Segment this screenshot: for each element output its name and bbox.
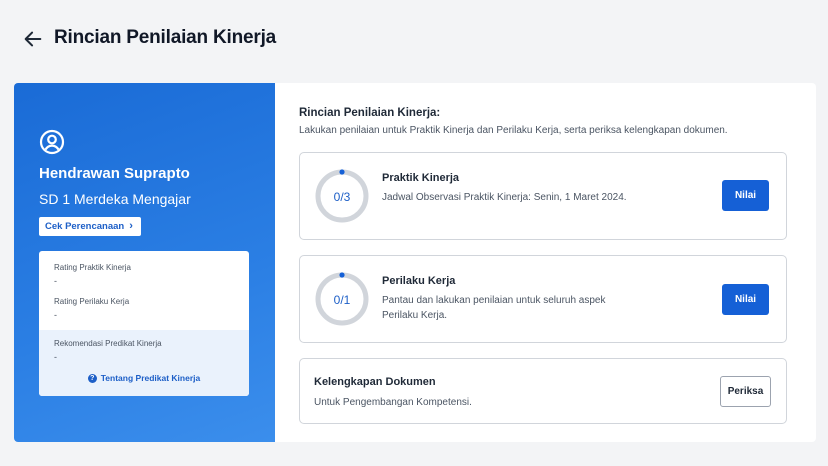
practice-desc: Jadwal Observasi Praktik Kinerja: Senin,… — [382, 192, 627, 203]
rating-summary-box: Rating Praktik Kinerja - Rating Perilaku… — [39, 251, 249, 396]
rating-practice-label: Rating Praktik Kinerja — [54, 263, 131, 272]
recommendation-label: Rekomendasi Predikat Kinerja — [54, 339, 162, 348]
top-bar: Rincian Penilaian Kinerja — [0, 0, 828, 78]
recommendation-area: Rekomendasi Predikat Kinerja - — [39, 330, 249, 396]
about-predicate-label: Tentang Predikat Kinerja — [100, 373, 201, 383]
rating-practice-value: - — [54, 276, 57, 286]
behavior-progress: 0/1 — [333, 293, 351, 307]
check-documents-button[interactable]: Periksa — [720, 376, 771, 407]
back-arrow-icon[interactable] — [22, 28, 44, 50]
practice-card: 0/3 Praktik Kinerja Jadwal Observasi Pra… — [299, 152, 787, 240]
behavior-desc: Pantau dan lakukan penilaian untuk selur… — [382, 295, 606, 321]
user-circle-icon — [39, 129, 65, 155]
documents-desc: Untuk Pengembangan Kompetensi. — [314, 397, 472, 408]
teacher-name: Hendrawan Suprapto — [39, 165, 190, 182]
profile-panel: Hendrawan Suprapto SD 1 Merdeka Mengajar… — [14, 83, 275, 442]
check-plan-button[interactable]: Cek Perencanaan › — [39, 217, 141, 236]
rating-behavior-value: - — [54, 310, 57, 320]
help-icon: ? — [87, 373, 97, 383]
content-subtitle: Lakukan penilaian untuk Praktik Kinerja … — [299, 125, 728, 136]
rating-behavior-label: Rating Perilaku Kerja — [54, 297, 130, 306]
practice-title: Praktik Kinerja — [382, 172, 460, 184]
chevron-right-icon: › — [129, 220, 133, 232]
practice-progress: 0/3 — [333, 190, 351, 204]
content-title: Rincian Penilaian Kinerja: — [299, 107, 441, 119]
behavior-card: 0/1 Perilaku Kerja Pantau dan lakukan pe… — [299, 255, 787, 343]
behavior-nilai-button[interactable]: Nilai — [722, 284, 769, 315]
behavior-title: Perilaku Kerja — [382, 275, 456, 287]
school-name: SD 1 Merdeka Mengajar — [39, 191, 191, 207]
documents-card: Kelengkapan Dokumen Untuk Pengembangan K… — [299, 358, 787, 424]
documents-title: Kelengkapan Dokumen — [314, 376, 436, 388]
about-predicate-link[interactable]: ? Tentang Predikat Kinerja — [39, 373, 249, 383]
recommendation-value: - — [54, 352, 57, 362]
practice-nilai-button[interactable]: Nilai — [722, 180, 769, 211]
evaluation-card: Hendrawan Suprapto SD 1 Merdeka Mengajar… — [14, 83, 816, 442]
check-plan-label: Cek Perencanaan — [45, 221, 125, 232]
page-title: Rincian Penilaian Kinerja — [54, 27, 277, 48]
